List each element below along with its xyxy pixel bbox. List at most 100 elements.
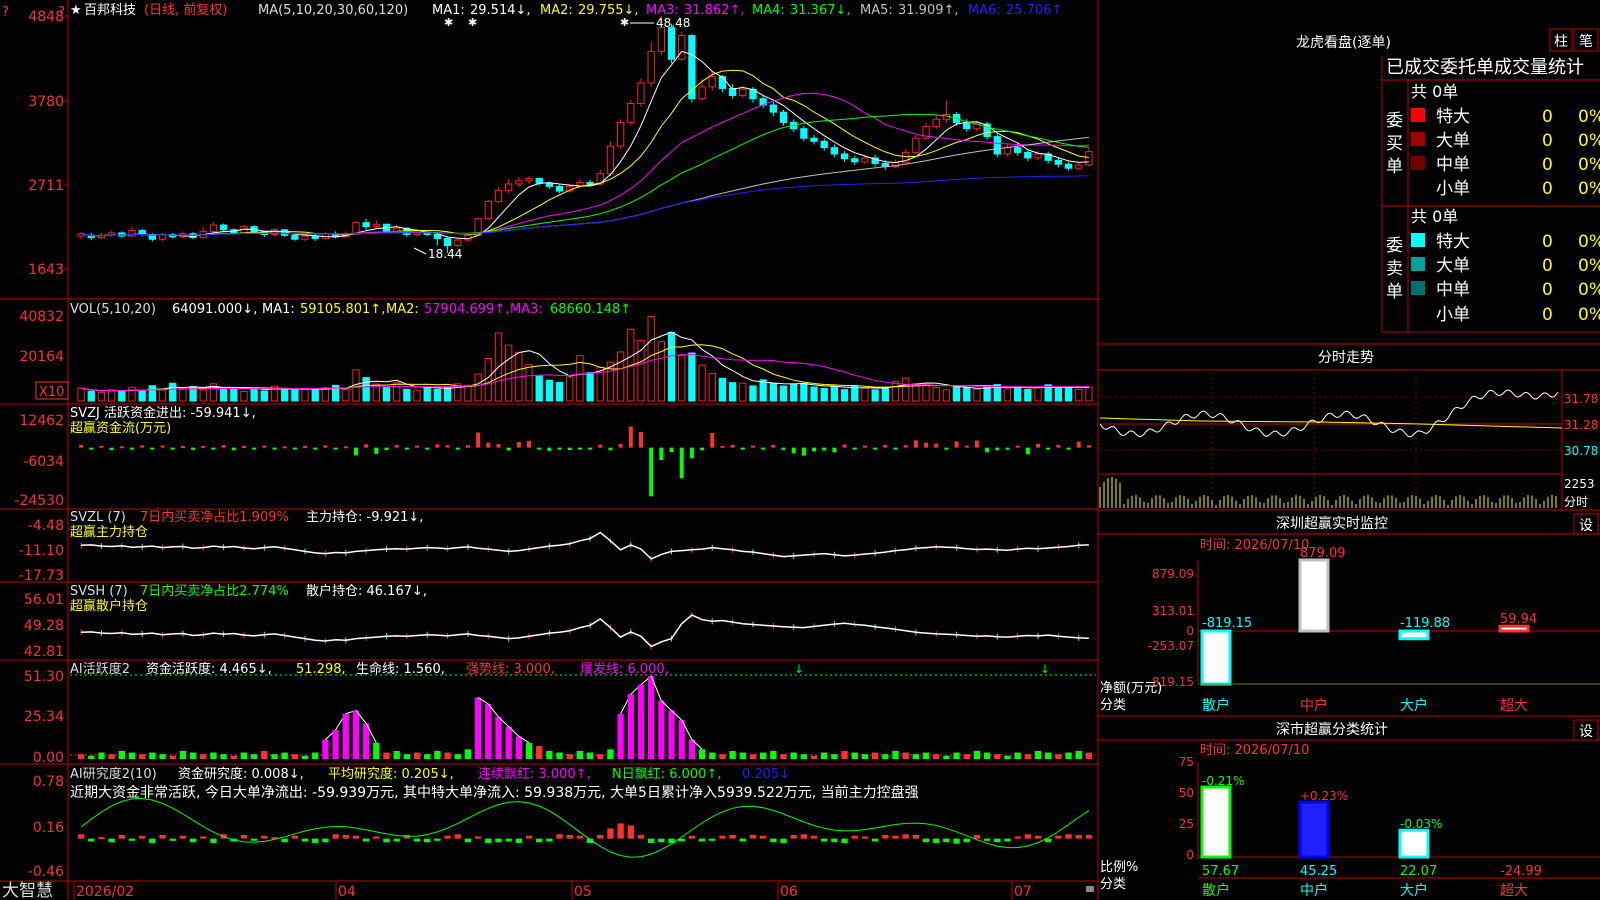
sell-row-pct: 0% <box>1578 256 1600 276</box>
volume-bar <box>678 355 686 402</box>
candle-body <box>525 177 533 182</box>
activity-bar <box>759 752 767 759</box>
volume-bar <box>871 389 879 402</box>
volume-bar <box>912 383 920 402</box>
activity-bar <box>1024 754 1031 759</box>
vol-ma3-value: 68660.148↑ <box>550 302 631 317</box>
research-bar <box>729 834 736 839</box>
activity-bar <box>383 752 390 759</box>
volume-bar <box>403 388 411 402</box>
research-bar <box>281 838 288 843</box>
volume-bar <box>230 387 238 402</box>
monitor-settings-label: 设 <box>1579 518 1593 534</box>
fund-flow-bar <box>588 447 593 450</box>
activity-bar <box>597 754 604 759</box>
candle-body <box>637 82 645 104</box>
activity-bar <box>444 752 451 759</box>
sell-swatch <box>1411 233 1425 247</box>
activity-bar <box>617 713 624 759</box>
candle-body <box>678 35 686 60</box>
activity-bar <box>210 752 217 759</box>
chart-mode[interactable]: (日线, 前复权) <box>144 2 227 18</box>
research-bar <box>393 838 400 842</box>
research-bar <box>943 838 950 843</box>
lock-icon[interactable] <box>1086 886 1094 892</box>
activity-bar <box>719 754 726 759</box>
svsh-ytick: 56.01 <box>24 592 64 608</box>
ai-research-title-b: 资金研究度: 0.008↓, <box>178 766 304 782</box>
ai-active-ytick: 51.30 <box>24 669 64 685</box>
svsh-y-axis: 56.01 49.28 42.81 <box>24 592 64 660</box>
fund-flow-bar <box>873 447 878 450</box>
volume-bar <box>107 389 116 402</box>
vol-ma2-value: 57904.699↑, <box>424 302 509 317</box>
fund-flow-bar <box>995 447 1000 451</box>
activity-bar <box>88 755 95 759</box>
ai-active-header: AI活跃度2 资金活跃度: 4.465↓, 51.298, 生命线: 1.560… <box>70 661 669 677</box>
candle-body <box>484 200 492 220</box>
ai-research-ytick: -0.46 <box>28 864 64 880</box>
class-bar <box>1398 828 1430 859</box>
volume-bar <box>902 377 910 402</box>
fund-flow-bar <box>924 442 929 448</box>
x-axis-label: 04 <box>338 884 356 900</box>
research-bar <box>973 834 981 839</box>
class-ytick: 75 <box>1179 755 1194 769</box>
activity-bar <box>424 754 431 759</box>
research-bar <box>159 834 166 839</box>
panel-toggle-left[interactable]: ? <box>2 5 9 20</box>
favorite-star-icon[interactable]: ★ <box>70 3 82 18</box>
ai-research-title-e: N日飘红: 6.000↑, <box>612 766 721 782</box>
candle-body <box>840 153 849 160</box>
candle-body <box>209 224 218 232</box>
class-change-label: -0.03% <box>1400 817 1442 831</box>
price-ytick: 1643 <box>28 262 64 278</box>
research-bar <box>362 838 370 842</box>
research-bar <box>474 836 482 839</box>
fund-flow-bar <box>79 444 84 448</box>
candle-body <box>993 136 1001 155</box>
activity-bar <box>149 752 156 759</box>
candle-body <box>555 185 564 192</box>
activity-bar <box>1045 752 1052 759</box>
research-bar <box>719 835 726 839</box>
research-bar <box>77 834 85 839</box>
volume-bar <box>464 384 472 402</box>
fund-flow-bar <box>527 440 532 448</box>
sell-total: 共 0单 <box>1411 207 1458 226</box>
activity-bar <box>189 752 197 759</box>
fund-flow-bar <box>384 447 389 451</box>
research-bar <box>800 834 808 839</box>
volume-bar <box>260 390 268 402</box>
activity-bar <box>882 754 889 759</box>
research-bar <box>179 835 187 839</box>
research-bar <box>424 838 431 843</box>
vol-ma1-label: MA1: <box>262 302 295 317</box>
candle-body <box>1054 159 1063 165</box>
research-bar <box>108 838 115 843</box>
fund-flow-bar <box>262 445 267 448</box>
intraday-vol-max: 2253 <box>1564 477 1595 491</box>
fund-flow-bar <box>862 445 867 448</box>
monitor-ytick: 313.01 <box>1152 604 1194 618</box>
candle-body <box>932 118 940 127</box>
monitor-ytick: 879.09 <box>1152 567 1194 581</box>
research-bar <box>831 838 838 843</box>
candle-body <box>963 121 971 130</box>
buy-row-count: 0 <box>1542 155 1553 175</box>
activity-bar <box>678 720 685 759</box>
vol-ma3-label: MA3: <box>510 302 543 317</box>
sell-row-pct: 0% <box>1578 305 1600 325</box>
research-bar <box>118 834 125 839</box>
volume-bar <box>555 381 564 402</box>
volume-bar <box>77 387 85 402</box>
research-bar <box>861 836 869 839</box>
volume-bar <box>291 389 299 402</box>
candle-body <box>1013 147 1022 153</box>
buy-orders-label-1: 委 <box>1386 111 1403 131</box>
activity-bar <box>953 752 960 759</box>
activity-bar <box>230 755 237 759</box>
activity-bar <box>973 750 981 759</box>
activity-bar <box>393 750 400 759</box>
research-bar <box>98 837 105 840</box>
